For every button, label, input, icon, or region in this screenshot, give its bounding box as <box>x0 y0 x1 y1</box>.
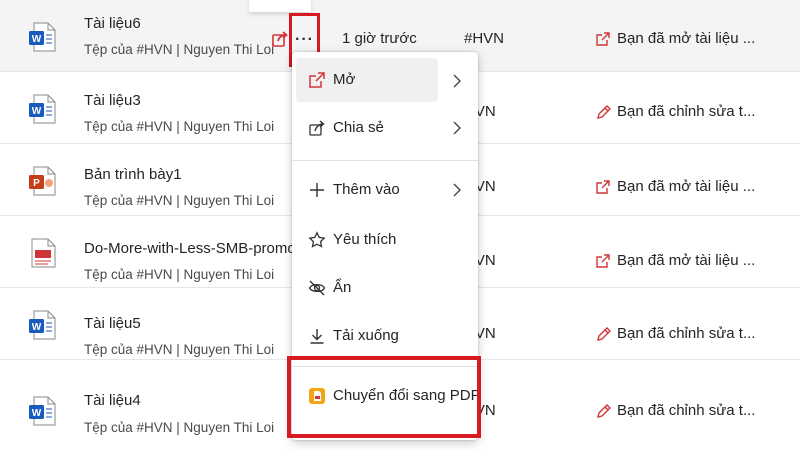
menu-item-label: Thêm vào <box>333 181 400 198</box>
menu-item-label: Yêu thích <box>333 231 397 248</box>
open-icon <box>596 254 610 268</box>
menu-item-label: Mở <box>333 71 356 88</box>
file-owner: Tệp của #HVN | Nguyen Thi Loi <box>84 42 275 57</box>
svg-text:P: P <box>33 178 40 189</box>
menu-item-share[interactable]: Chia sẻ <box>296 106 474 150</box>
menu-divider <box>292 160 478 161</box>
file-owner: Tệp của #HVN | Nguyen Thi Loi <box>84 420 275 435</box>
file-name[interactable]: Tài liệu4 <box>84 392 141 409</box>
file-activity: Bạn đã mở tài liệu ... <box>617 178 756 195</box>
menu-item-label: Tải xuống <box>333 327 399 344</box>
word-file-icon: W <box>29 94 56 124</box>
tooltip-stub <box>249 0 311 12</box>
word-file-icon: W <box>29 310 56 340</box>
menu-item-label: Chia sẻ <box>333 119 384 136</box>
share-icon <box>309 120 325 136</box>
menu-item-hide[interactable]: Ẩn <box>296 266 474 310</box>
file-name[interactable]: Bản trình bày1 <box>84 166 182 183</box>
plus-icon <box>310 183 324 197</box>
file-activity: Bạn đã mở tài liệu ... <box>617 30 756 47</box>
file-activity: Bạn đã mở tài liệu ... <box>617 252 756 269</box>
file-name[interactable]: Do-More-with-Less-SMB-promo-... <box>84 240 313 257</box>
svg-text:W: W <box>32 34 42 45</box>
menu-item-label: Ẩn <box>333 279 352 296</box>
file-owner: Tệp của #HVN | Nguyen Thi Loi <box>84 267 275 282</box>
file-activity: Bạn đã chỉnh sửa t... <box>617 325 756 342</box>
pencil-icon <box>597 327 611 341</box>
file-owner: Tệp của #HVN | Nguyen Thi Loi <box>84 193 275 208</box>
chevron-right-icon <box>453 183 461 197</box>
file-activity: Bạn đã chỉnh sửa t... <box>617 103 756 120</box>
open-icon <box>309 72 325 88</box>
menu-item-open[interactable]: Mở <box>296 58 438 102</box>
star-icon <box>308 231 326 248</box>
file-activity: Bạn đã chỉnh sửa t... <box>617 402 756 419</box>
download-icon <box>310 329 324 344</box>
pdf-file-icon <box>31 238 56 268</box>
hide-icon <box>308 280 326 296</box>
file-name[interactable]: Tài liệu3 <box>84 92 141 109</box>
powerpoint-file-icon: P <box>29 166 56 196</box>
menu-item-add-to[interactable]: Thêm vào <box>296 168 474 212</box>
svg-text:W: W <box>32 106 42 117</box>
menu-item-download[interactable]: Tải xuống <box>296 314 474 358</box>
share-icon[interactable] <box>271 30 289 48</box>
word-file-icon: W <box>29 396 56 426</box>
chevron-right-icon <box>453 121 461 135</box>
file-time: 1 giờ trước <box>342 30 417 47</box>
file-name[interactable]: Tài liệu6 <box>84 15 141 32</box>
pencil-icon <box>597 105 611 119</box>
open-icon <box>596 32 610 46</box>
file-name[interactable]: Tài liệu5 <box>84 315 141 332</box>
svg-text:W: W <box>32 408 42 419</box>
file-tag: #HVN <box>464 30 505 47</box>
svg-text:W: W <box>32 322 42 333</box>
file-owner: Tệp của #HVN | Nguyen Thi Loi <box>84 342 275 357</box>
open-icon <box>596 180 610 194</box>
word-file-icon: W <box>29 22 56 52</box>
file-owner: Tệp của #HVN | Nguyen Thi Loi <box>84 119 275 134</box>
menu-item-favorite[interactable]: Yêu thích <box>296 218 474 262</box>
chevron-right-icon[interactable] <box>452 74 462 88</box>
pencil-icon <box>597 404 611 418</box>
highlight-box <box>287 356 481 438</box>
